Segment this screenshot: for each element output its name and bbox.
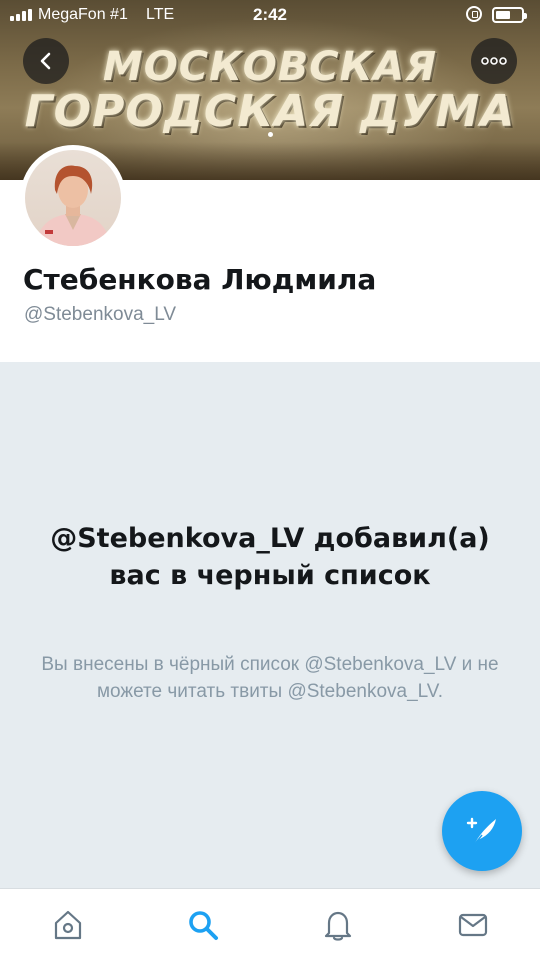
tab-search[interactable] bbox=[135, 889, 270, 960]
tab-home[interactable] bbox=[0, 889, 135, 960]
battery-icon bbox=[492, 7, 527, 23]
orientation-lock-icon bbox=[466, 6, 482, 22]
banner-text-line-1: МОСКОВСКАЯ bbox=[102, 44, 438, 90]
tab-messages[interactable] bbox=[405, 889, 540, 960]
compose-tweet-button[interactable] bbox=[442, 791, 522, 871]
tab-notifications[interactable] bbox=[270, 889, 405, 960]
chevron-left-icon bbox=[40, 52, 51, 70]
avatar[interactable] bbox=[20, 145, 126, 251]
blocked-title: @Stebenkova_LV добавил(а) вас в черный с… bbox=[50, 523, 490, 591]
more-dots-icon bbox=[481, 57, 507, 65]
person-portrait-icon bbox=[35, 165, 111, 246]
status-time: 2:42 bbox=[252, 5, 288, 24]
banner-text-line-2: ГОРОДСКАЯ ДУМА bbox=[24, 86, 516, 137]
bottom-tab-bar bbox=[0, 888, 540, 960]
blocked-description: Вы внесены в чёрный список @Stebenkova_L… bbox=[41, 654, 499, 702]
more-options-button[interactable] bbox=[471, 38, 517, 84]
back-button[interactable] bbox=[23, 38, 69, 84]
notifications-bell-icon bbox=[324, 911, 351, 941]
status-bar: MegaFon #1 LTE 2:42 bbox=[0, 0, 540, 30]
profile-name: Стебенкова Людмила bbox=[23, 263, 377, 296]
profile-handle: @Stebenkova_LV bbox=[24, 304, 177, 325]
avatar-photo bbox=[25, 150, 121, 246]
messages-envelope-icon bbox=[458, 913, 487, 936]
banner-page-dot bbox=[268, 132, 273, 137]
search-icon bbox=[188, 910, 218, 940]
home-icon bbox=[54, 910, 81, 939]
compose-quill-icon bbox=[466, 817, 496, 846]
